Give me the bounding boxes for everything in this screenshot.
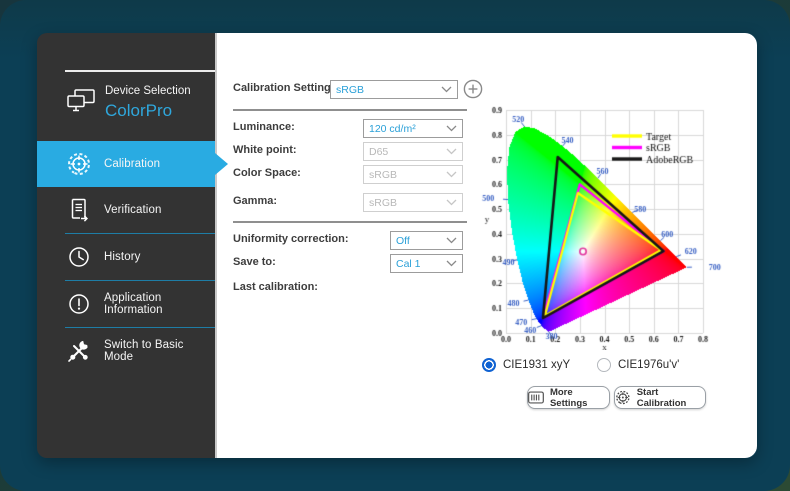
uniformity-correction-dropdown[interactable]: Off (390, 231, 463, 250)
button-label: Start Calibration (636, 386, 687, 409)
main-panel: Calibration Settings: sRGB Luminance: 12… (215, 33, 757, 458)
color-space-label: Color Space: (233, 167, 301, 179)
gamma-dropdown: sRGB (363, 193, 463, 212)
dropdown-value: sRGB (336, 83, 365, 96)
info-icon (66, 291, 92, 317)
radio-button[interactable] (482, 358, 496, 372)
gamma-label: Gamma: (233, 195, 278, 207)
radio-cie1931[interactable]: CIE1931 xyY (482, 358, 570, 372)
plus-icon (463, 79, 483, 99)
divider (233, 221, 467, 223)
add-setting-button[interactable] (463, 79, 483, 99)
app-frame: Device Selection ColorPro Calibration Ve… (0, 0, 790, 491)
chevron-down-icon (446, 148, 457, 155)
chevron-down-icon (446, 260, 457, 267)
chevron-down-icon (446, 125, 457, 132)
sidebar-item-label: Calibration (104, 158, 161, 170)
chevron-down-icon (446, 171, 457, 178)
dropdown-value: sRGB (369, 168, 398, 181)
luminance-label: Luminance: (233, 121, 295, 133)
device-selection[interactable]: Device Selection ColorPro (37, 80, 215, 132)
uniformity-correction-label: Uniformity correction: (233, 233, 349, 245)
calibration-settings-dropdown[interactable]: sRGB (330, 80, 458, 99)
chevron-down-icon (446, 199, 457, 206)
sidebar: Device Selection ColorPro Calibration Ve… (37, 33, 228, 458)
device-name: ColorPro (105, 101, 173, 120)
radio-label: CIE1976u'v' (618, 359, 680, 371)
sidebar-item-label: Application Information (104, 292, 163, 316)
chevron-down-icon (446, 237, 457, 244)
calibration-target-icon (66, 151, 92, 177)
sidebar-item-label: Switch to Basic Mode (104, 339, 184, 363)
calibration-target-icon (616, 390, 630, 405)
tools-icon (66, 338, 92, 364)
start-calibration-button[interactable]: Start Calibration (614, 386, 706, 409)
sidebar-item-verification[interactable]: Verification (37, 187, 215, 233)
sidebar-item-label: History (104, 251, 141, 263)
dropdown-value: 120 cd/m² (369, 122, 416, 135)
calibration-settings-label: Calibration Settings: (233, 82, 341, 94)
save-to-dropdown[interactable]: Cal 1 (390, 254, 463, 273)
luminance-dropdown[interactable]: 120 cd/m² (363, 119, 463, 138)
sidebar-item-history[interactable]: History (37, 234, 215, 280)
radio-cie1976[interactable]: CIE1976u'v' (597, 358, 679, 372)
sidebar-item-switch-basic-mode[interactable]: Switch to Basic Mode (37, 328, 215, 374)
sidebar-top-divider (65, 70, 215, 72)
dropdown-value: Cal 1 (396, 257, 421, 270)
white-point-dropdown: D65 (363, 142, 463, 161)
displays-icon (66, 88, 96, 119)
sidebar-item-label: Verification (104, 204, 162, 216)
sidebar-item-calibration[interactable]: Calibration (37, 141, 228, 187)
cie-chromaticity-canvas (478, 103, 745, 350)
dropdown-value: sRGB (369, 196, 398, 209)
save-to-label: Save to: (233, 256, 276, 268)
dropdown-value: Off (396, 234, 410, 247)
chromaticity-diagram (478, 103, 745, 350)
white-point-label: White point: (233, 144, 297, 156)
device-selection-label: Device Selection (105, 85, 191, 97)
divider (233, 109, 467, 111)
sidebar-item-application-information[interactable]: Application Information (37, 281, 215, 327)
radio-label: CIE1931 xyY (503, 359, 571, 371)
chevron-down-icon (441, 86, 452, 93)
radio-button[interactable] (597, 358, 611, 372)
verification-document-icon (66, 197, 92, 223)
last-calibration-label: Last calibration: (233, 281, 318, 293)
settings-panel-icon (528, 391, 544, 404)
dropdown-value: D65 (369, 145, 389, 158)
button-label: More Settings (549, 386, 588, 409)
more-settings-button[interactable]: More Settings (527, 386, 610, 409)
color-space-dropdown: sRGB (363, 165, 463, 184)
clock-icon (66, 244, 92, 270)
sidebar-nav: Calibration Verification History Applica… (37, 141, 228, 374)
app-window: Device Selection ColorPro Calibration Ve… (37, 33, 757, 458)
